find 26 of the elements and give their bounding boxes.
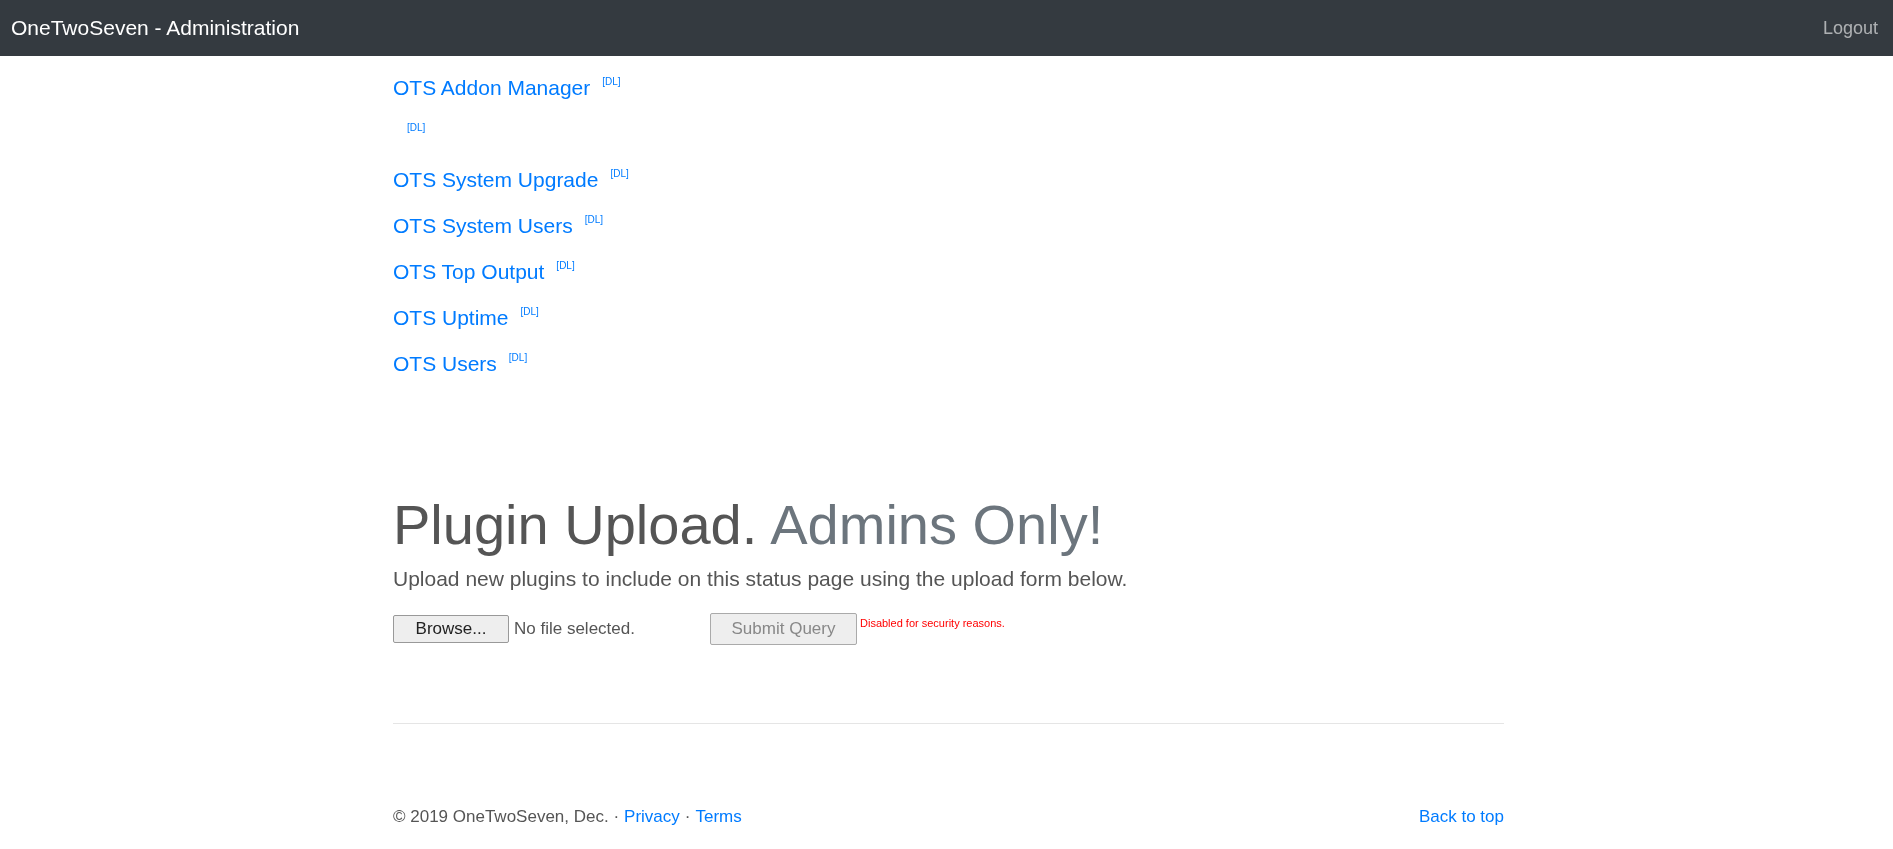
copyright-text: © 2019 OneTwoSeven, Dec. · bbox=[393, 805, 620, 828]
download-link[interactable]: [DL] bbox=[508, 352, 528, 364]
separator-text: · bbox=[684, 805, 691, 828]
download-link[interactable]: [DL] bbox=[602, 76, 621, 88]
back-to-top-link[interactable]: Back to top bbox=[1418, 803, 1504, 829]
footer-link[interactable]: Privacy bbox=[624, 803, 680, 829]
download-link[interactable]: [DL] bbox=[407, 122, 426, 134]
plugin-link[interactable]: OTS Uptime bbox=[393, 306, 509, 330]
file-status: No file selected. bbox=[514, 617, 636, 640]
plugin-link[interactable]: OTS Users bbox=[393, 352, 497, 376]
security-note: Disabled for security reasons. bbox=[860, 615, 1005, 631]
browse-button[interactable]: Browse... bbox=[393, 614, 509, 643]
plugin-link[interactable]: OTS System Upgrade bbox=[393, 168, 599, 192]
footer-link[interactable]: Terms bbox=[695, 803, 742, 829]
lead-text: Upload new plugins to include on this status page using the upload form below. bbox=[393, 566, 1129, 592]
brand-link[interactable]: OneTwoSeven - Administration bbox=[11, 12, 300, 44]
download-link[interactable]: [DL] bbox=[610, 168, 629, 180]
plugin-link[interactable]: OTS Top Output bbox=[393, 260, 545, 284]
page-heading: Plugin Upload. bbox=[393, 493, 758, 557]
download-link[interactable]: [DL] bbox=[584, 214, 604, 226]
logout-link[interactable]: Logout bbox=[1822, 14, 1882, 42]
plugin-link[interactable]: OTS System Users bbox=[393, 214, 573, 238]
heading-subtitle: Admins Only! bbox=[770, 493, 1104, 557]
plugin-link[interactable]: OTS Addon Manager bbox=[393, 76, 591, 100]
download-link[interactable]: [DL] bbox=[520, 306, 539, 318]
download-link[interactable]: [DL] bbox=[556, 260, 575, 272]
